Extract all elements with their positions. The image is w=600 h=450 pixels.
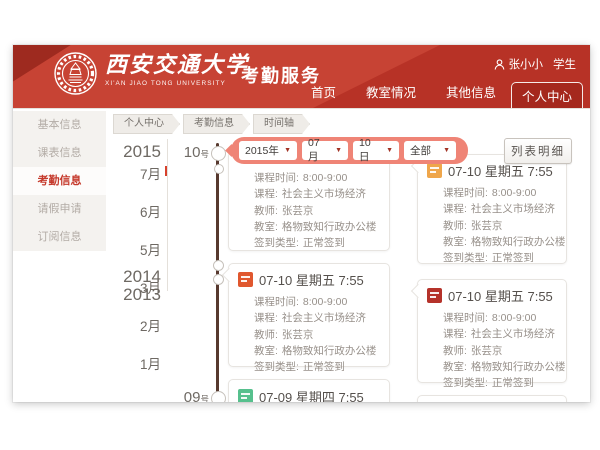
timeline-node	[214, 164, 224, 174]
timeline-node	[211, 146, 226, 161]
timeline-month-6[interactable]: 6月	[101, 201, 161, 221]
day-select[interactable]: 10日▼	[353, 141, 399, 160]
university-logo-icon	[53, 51, 98, 96]
year-select[interactable]: 2015年▼	[239, 141, 297, 160]
nav-other-info[interactable]: 其他信息	[431, 82, 511, 108]
sidebar-item-attendance-info[interactable]: 考勤信息	[13, 167, 106, 195]
timeline-node	[213, 274, 224, 285]
calendar-amber-icon	[427, 163, 442, 178]
user-name: 张小小	[509, 56, 544, 72]
timeline-month-5[interactable]: 5月	[101, 239, 161, 259]
nav-home[interactable]: 首页	[296, 82, 351, 108]
card-date: 07-09 星期四 7:55	[259, 387, 364, 402]
sidebar-item-leave-request[interactable]: 请假申请	[13, 195, 106, 223]
chevron-down-icon: ▼	[335, 147, 342, 154]
timeline-node	[211, 391, 226, 402]
attendance-card[interactable]: 07-10 星期五 7:55 课程时间:8:00-9:00 课程:社会主义市场经…	[417, 154, 567, 264]
calendar-green-icon	[238, 389, 253, 402]
type-select[interactable]: 全部▼	[404, 141, 456, 160]
card-date: 07-10 星期五 7:55	[448, 286, 553, 305]
date-filter-bubble: 2015年▼ 07月▼ 10日▼ 全部▼	[231, 137, 468, 164]
nav-personal-center-active-tab[interactable]: 个人中心	[511, 82, 583, 108]
timeline-month-2[interactable]: 2月	[101, 315, 161, 335]
sidebar-item-schedule-info[interactable]: 课表信息	[13, 139, 106, 167]
attendance-card[interactable]: 课程时间:8:00-9:00 课程:社会主义市场经济 教师:张芸京 教室:格物致…	[228, 151, 390, 251]
breadcrumb-personal-center[interactable]: 个人中心	[113, 114, 180, 134]
university-name-cn: 西安交通大学	[105, 51, 249, 79]
day-marker-10: 10号	[163, 144, 209, 161]
breadcrumb: 个人中心 考勤信息 时间轴	[113, 114, 310, 134]
timeline-year-2013[interactable]: 2013	[101, 285, 161, 305]
day-marker-09: 09号	[163, 389, 209, 402]
main-nav: 首页 教室情况 其他信息 个人中心	[296, 82, 583, 108]
list-detail-button[interactable]: 列表明细	[504, 138, 572, 164]
university-name-en: XI'AN JIAO TONG UNIVERSITY	[105, 80, 249, 87]
timeline-month-7[interactable]: 7月	[101, 163, 161, 183]
user-icon	[494, 59, 505, 70]
timeline-axis	[216, 143, 219, 402]
chevron-down-icon: ▼	[284, 147, 291, 154]
user-info[interactable]: 张小小 学生	[494, 56, 577, 72]
sidebar-item-subscription-info[interactable]: 订阅信息	[13, 223, 106, 251]
months-divider-line	[167, 139, 168, 291]
attendance-card[interactable]: 07-09 星期四 7:55	[228, 379, 390, 402]
timeline-node	[213, 260, 224, 271]
chevron-down-icon: ▼	[443, 147, 450, 154]
timeline-year-2014[interactable]: 2014	[101, 267, 161, 287]
attendance-card[interactable]: 07-10 星期五 7:55 课程时间:8:00-9:00 课程:社会主义市场经…	[417, 279, 567, 383]
attendance-card[interactable]	[417, 395, 567, 402]
attendance-card[interactable]: 07-10 星期五 7:55 课程时间:8:00-9:00 课程:社会主义市场经…	[228, 263, 390, 367]
chevron-down-icon: ▼	[386, 147, 393, 154]
university-logo: 西安交通大学 XI'AN JIAO TONG UNIVERSITY	[53, 51, 249, 96]
page: 西安交通大学 XI'AN JIAO TONG UNIVERSITY 考勤服务 张…	[0, 0, 600, 450]
breadcrumb-attendance-info[interactable]: 考勤信息	[183, 114, 250, 134]
app-window: 西安交通大学 XI'AN JIAO TONG UNIVERSITY 考勤服务 张…	[13, 45, 590, 402]
calendar-orange-icon	[238, 272, 253, 287]
timeline-year-2015[interactable]: 2015	[101, 142, 161, 162]
month-select[interactable]: 07月▼	[302, 141, 348, 160]
sidebar: 基本信息 课表信息 考勤信息 请假申请 订阅信息	[13, 111, 106, 251]
card-date: 07-10 星期五 7:55	[259, 270, 364, 289]
calendar-red-icon	[427, 288, 442, 303]
user-role: 学生	[553, 56, 576, 72]
app-header: 西安交通大学 XI'AN JIAO TONG UNIVERSITY 考勤服务 张…	[13, 45, 590, 108]
sidebar-item-basic-info[interactable]: 基本信息	[13, 111, 106, 139]
content-area: 基本信息 课表信息 考勤信息 请假申请 订阅信息 个人中心 考勤信息 时间轴 2…	[13, 108, 590, 402]
nav-classrooms[interactable]: 教室情况	[351, 82, 431, 108]
breadcrumb-timeline[interactable]: 时间轴	[253, 114, 310, 134]
timeline-month-1[interactable]: 1月	[101, 353, 161, 373]
